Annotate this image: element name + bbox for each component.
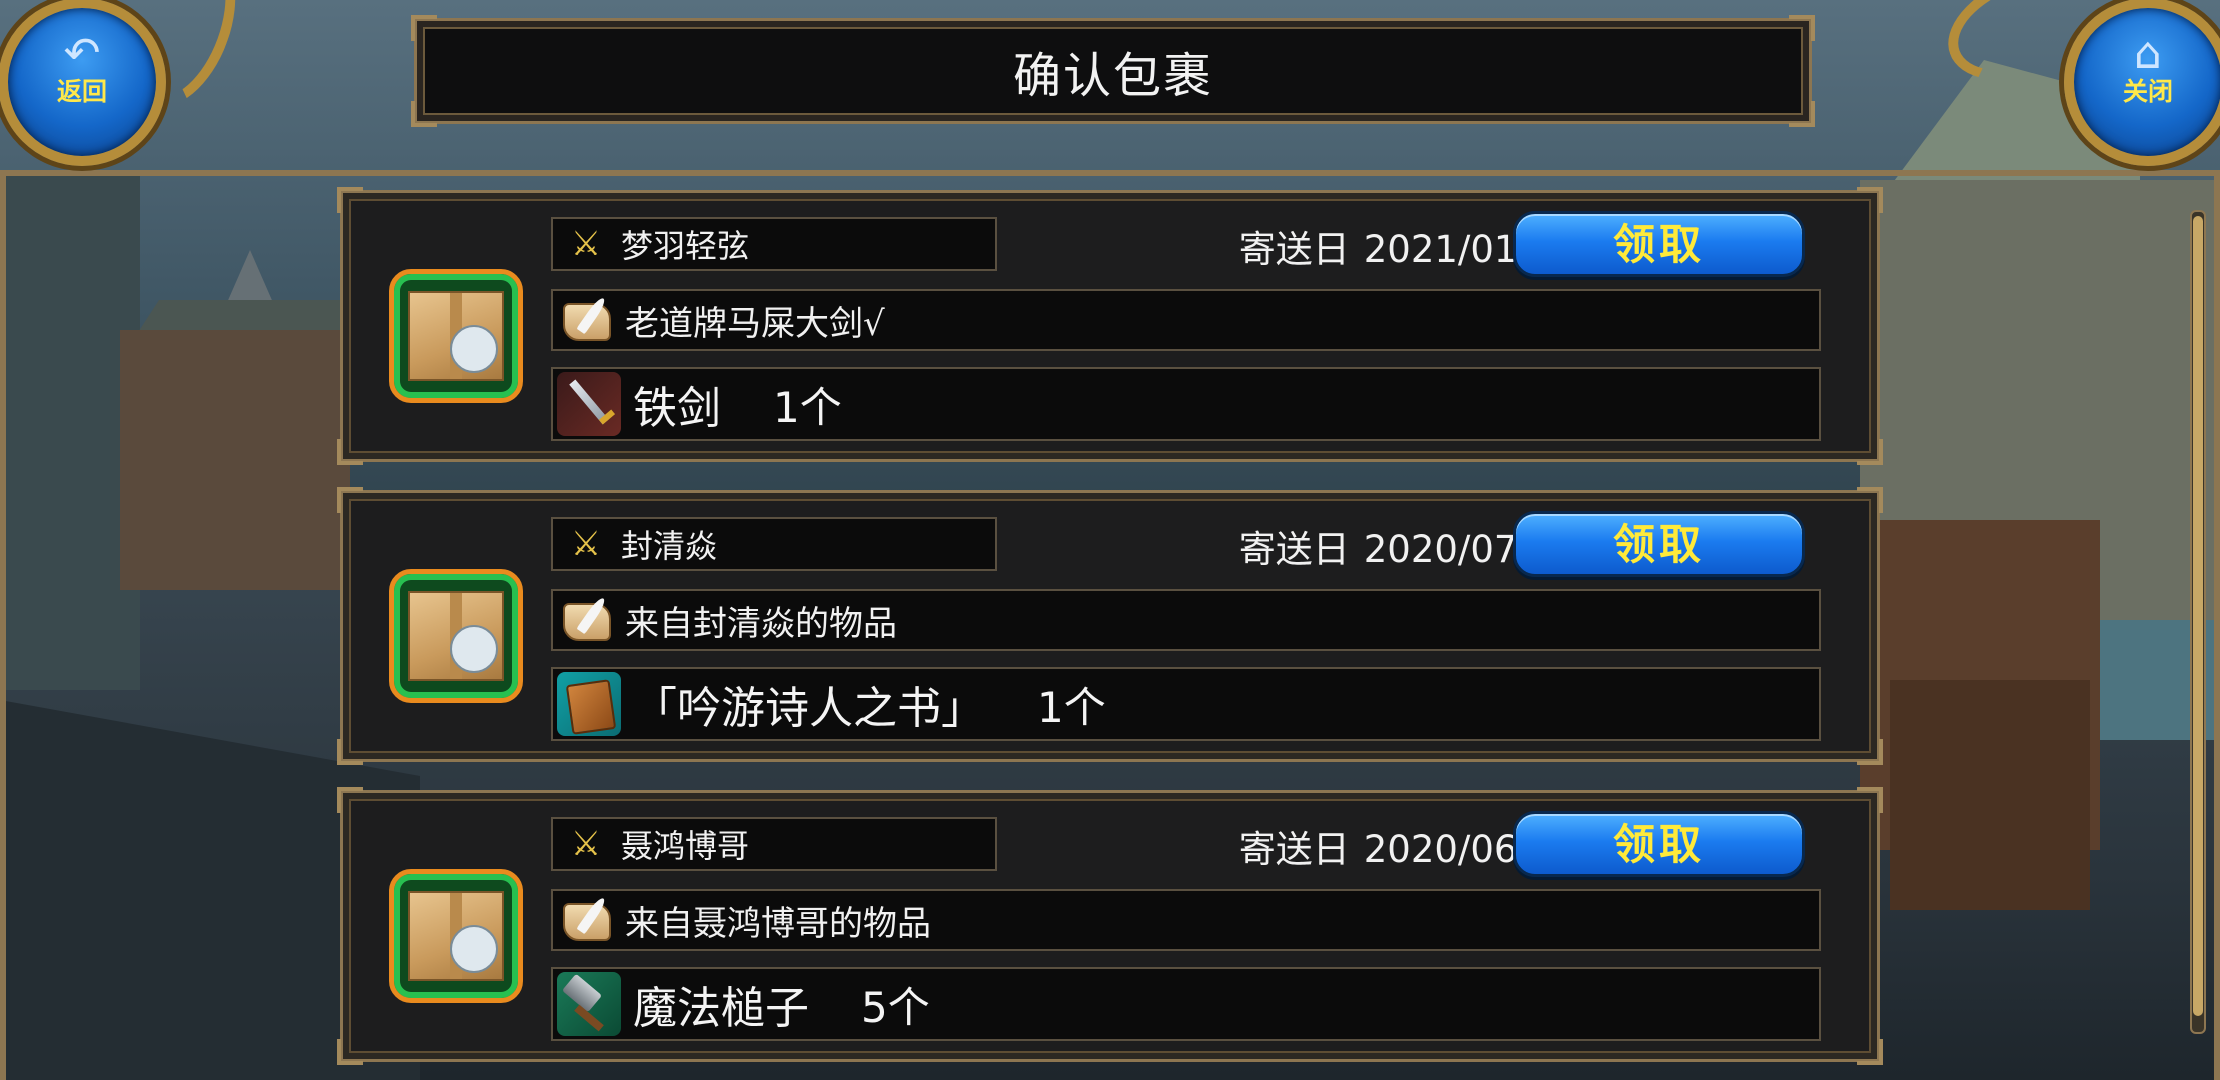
message-field: 来自聂鸿博哥的物品 [551,889,1821,951]
frame-corner [337,739,363,765]
close-button[interactable]: ⌂ 关闭 [2064,0,2220,166]
claim-button[interactable]: 领取 [1513,511,1805,577]
frame-corner [337,187,363,213]
item-quantity: 1个 [773,382,842,432]
hammer-icon [557,972,621,1036]
sender-emblem-icon: ⚔ [570,824,602,864]
back-button-label: 返回 [56,77,107,106]
message-field: 来自封清焱的物品 [551,589,1821,651]
message-text: 老道牌马屎大剑√ [625,303,885,344]
message-text: 来自封清焱的物品 [625,603,897,644]
parcel-card: ⚔ 聂鸿博哥 寄送日 2020/06/20 领取 来自聂鸿博哥的物品 魔法槌子 5… [337,787,1883,1065]
send-date-label: 寄送日 [1238,528,1350,571]
frame-corner [411,15,437,41]
frame-corner [1857,1039,1883,1065]
sender-name: 封清焱 [621,527,718,565]
parcel-card: ⚔ 梦羽轻弦 寄送日 2021/01/23 领取 老道牌马屎大剑√ 铁剑 1个 [337,187,1883,465]
claim-button[interactable]: 领取 [1513,811,1805,877]
send-date-label: 寄送日 [1238,228,1350,271]
frame-corner [1789,101,1815,127]
parcel-box-icon [389,869,523,1003]
sender-emblem-icon: ⚔ [570,524,602,564]
frame-corner [337,439,363,465]
frame-corner [1857,187,1883,213]
parcel-box-icon [389,569,523,703]
sword-icon [557,372,621,436]
sender-emblem-icon: ⚔ [570,224,602,264]
sender-field: ⚔ 梦羽轻弦 [551,217,997,271]
claim-button[interactable]: 领取 [1513,211,1805,277]
item-quantity: 5个 [861,982,930,1032]
item-field: 魔法槌子 5个 [551,967,1821,1041]
item-name: 铁剑 [633,383,721,434]
frame-corner [411,101,437,127]
parcel-box-icon [389,269,523,403]
home-icon: ⌂ [2134,28,2162,79]
frame-corner [1857,787,1883,813]
page-title: 确认包裹 [1012,48,1213,104]
title-bar: 确认包裹 [411,15,1815,127]
back-arrow-icon: ↶ [63,28,101,79]
message-text: 来自聂鸿博哥的物品 [625,903,931,944]
parcel-card: ⚔ 封清焱 寄送日 2020/07/13 领取 来自封清焱的物品 「吟游诗人之书」… [337,487,1883,765]
message-field: 老道牌马屎大剑√ [551,289,1821,351]
sender-field: ⚔ 聂鸿博哥 [551,817,997,871]
sender-field: ⚔ 封清焱 [551,517,997,571]
item-name: 「吟游诗人之书」 [633,683,985,734]
item-field: 「吟游诗人之书」 1个 [551,667,1821,741]
letter-scroll-icon [557,293,617,347]
letter-scroll-icon [557,893,617,947]
letter-scroll-icon [557,593,617,647]
frame-corner [1789,15,1815,41]
sender-name: 聂鸿博哥 [621,827,750,865]
item-quantity: 1个 [1037,682,1106,732]
scrollbar-thumb[interactable] [2193,216,2203,1016]
close-button-label: 关闭 [2122,77,2173,106]
frame-corner [1857,487,1883,513]
frame-corner [337,1039,363,1065]
frame-corner [1857,739,1883,765]
book-icon [557,672,621,736]
frame-corner [1857,439,1883,465]
send-date-label: 寄送日 [1238,828,1350,871]
item-name: 魔法槌子 [633,983,809,1034]
sender-name: 梦羽轻弦 [621,227,750,265]
back-button[interactable]: ↶ 返回 [0,0,166,166]
frame-corner [337,787,363,813]
frame-corner [337,487,363,513]
scrollbar[interactable] [2190,210,2206,1034]
item-field: 铁剑 1个 [551,367,1821,441]
